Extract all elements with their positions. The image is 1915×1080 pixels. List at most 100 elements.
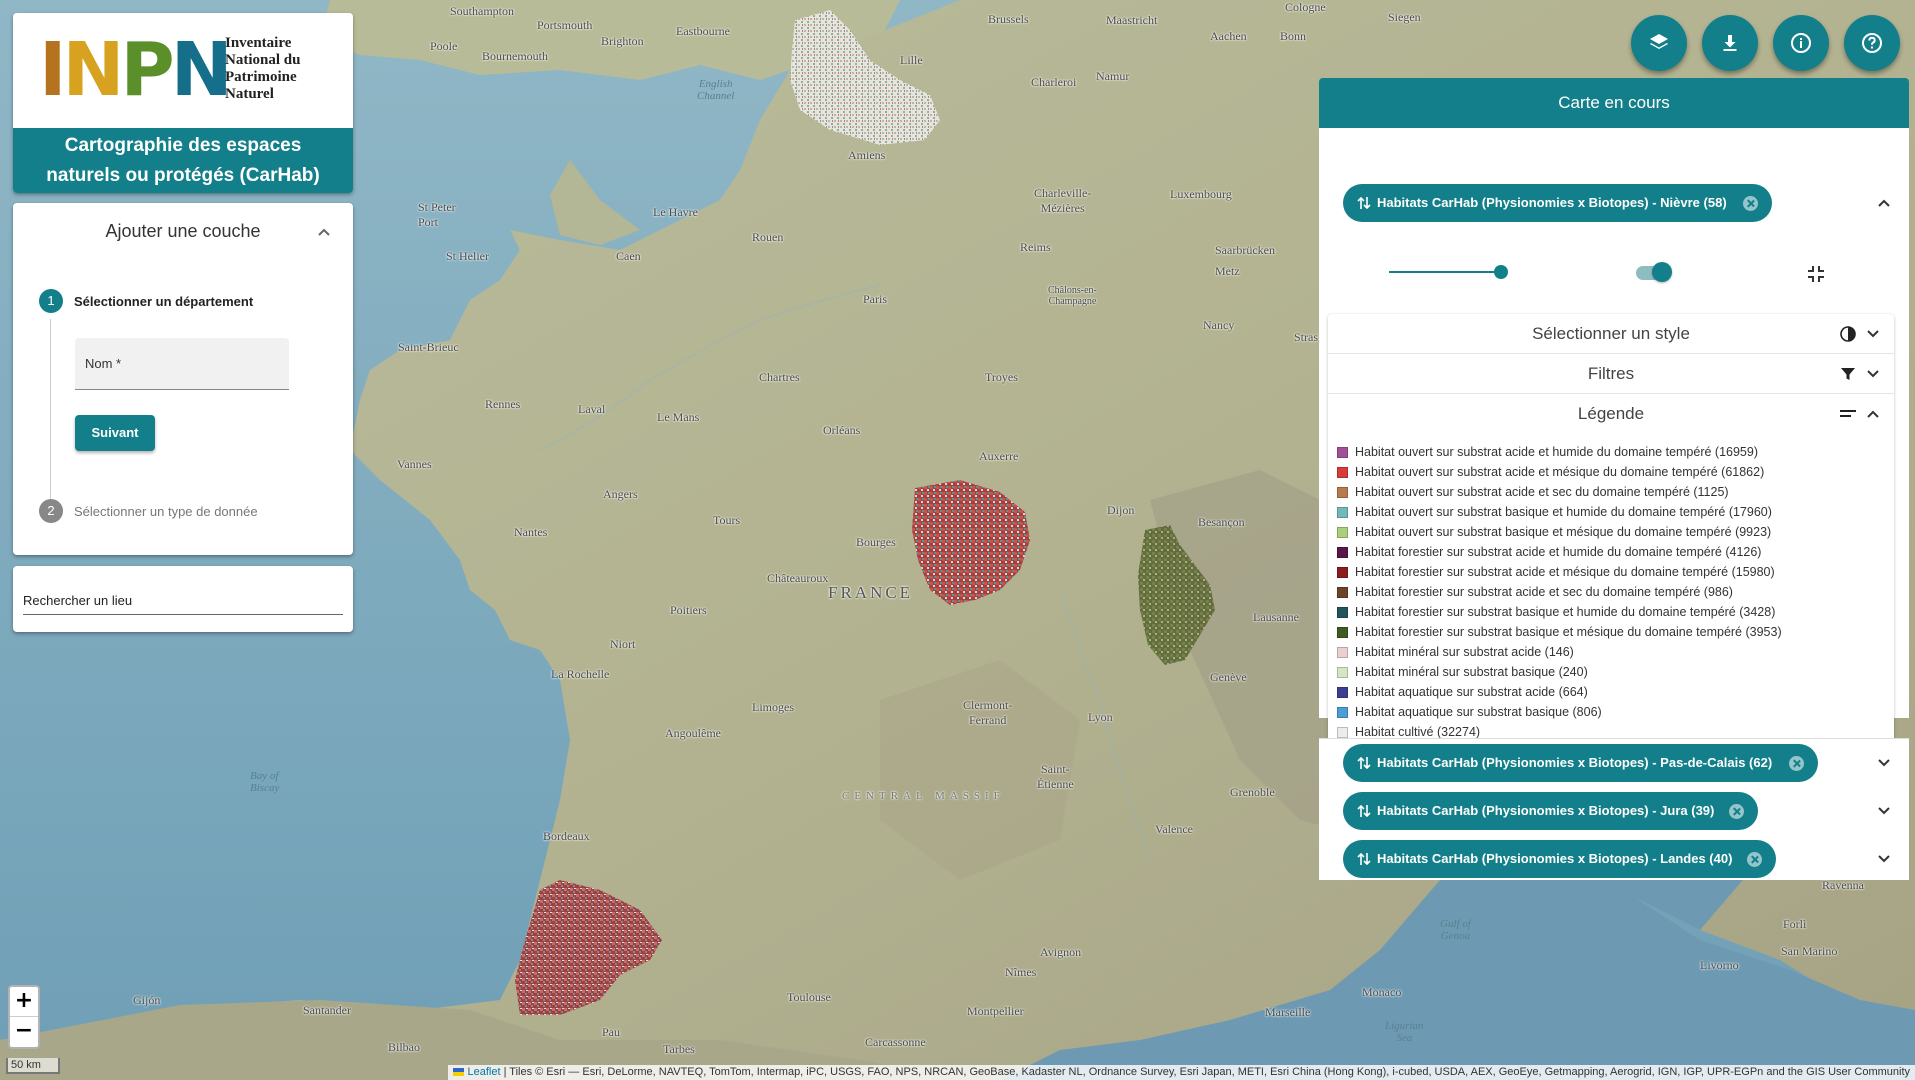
remove-layer-icon[interactable] (1789, 756, 1804, 771)
zoom-out-button[interactable]: − (10, 1017, 38, 1047)
map-label-monaco: Monaco (1362, 985, 1402, 999)
style-selector-row[interactable]: Sélectionner un style (1328, 314, 1894, 354)
map-label-angers: Angers (603, 487, 638, 501)
legend-item-label: Habitat forestier sur substrat basique e… (1355, 625, 1782, 639)
reorder-icon[interactable] (1357, 803, 1371, 819)
remove-layer-icon[interactable] (1747, 852, 1762, 867)
map-label-orleans: Orléans (823, 423, 861, 437)
legend-item: Habitat aquatique sur substrat acide (66… (1337, 682, 1887, 702)
map-label-cologne: Cologne (1285, 0, 1326, 14)
legend-item-label: Habitat forestier sur substrat acide et … (1355, 585, 1733, 599)
chevron-down-icon[interactable] (1877, 756, 1891, 770)
map-label-saint-brieuc: Saint-Brieuc (398, 340, 459, 354)
legend-item-label: Habitat ouvert sur substrat acide et hum… (1355, 445, 1759, 459)
info-button[interactable] (1773, 15, 1829, 71)
map-label-besancon: Besançon (1198, 515, 1245, 529)
map-label-bournemouth: Bournemouth (482, 49, 548, 63)
inpn-logo[interactable]: INPN Inventaire National du Patrimoine N… (13, 13, 353, 128)
department-name-field[interactable]: Nom * (75, 338, 289, 390)
reorder-icon[interactable] (1357, 195, 1371, 211)
chevron-down-icon (1867, 370, 1879, 378)
map-label-central-massif: CENTRAL MASSIF (842, 790, 1005, 802)
legend-item-label: Habitat forestier sur substrat basique e… (1355, 605, 1776, 619)
map-label-gijon: Gijón (133, 993, 161, 1007)
opacity-slider-thumb[interactable] (1494, 265, 1508, 279)
map-label-rennes: Rennes (485, 397, 521, 411)
map-label-laval: Laval (578, 402, 606, 416)
step-1-indicator: 1 (39, 289, 63, 313)
step-2-label[interactable]: Sélectionner un type de donnée (74, 504, 258, 519)
legend-item: Habitat aquatique sur substrat basique (… (1337, 702, 1887, 722)
layer-chip-jura[interactable]: Habitats CarHab (Physionomies x Biotopes… (1343, 792, 1758, 830)
inpn-logo-letters: INPN (39, 27, 233, 113)
leaflet-link[interactable]: Leaflet (467, 1066, 500, 1078)
legend-item: Habitat forestier sur substrat acide et … (1337, 582, 1887, 602)
map-label-gulf-of-genoa: Gulf of Genoa (1440, 918, 1471, 942)
zoom-to-layer-icon[interactable] (1806, 264, 1826, 284)
layer-chip-nievre[interactable]: Habitats CarHab (Physionomies x Biotopes… (1343, 184, 1772, 222)
opacity-slider[interactable] (1389, 271, 1501, 273)
reorder-icon[interactable] (1357, 755, 1371, 771)
legend-item: Habitat ouvert sur substrat acide et hum… (1337, 442, 1887, 462)
legend-item-label: Habitat minéral sur substrat acide (146) (1355, 645, 1574, 659)
legend-swatch (1337, 487, 1348, 498)
current-map-title: Carte en cours (1319, 78, 1909, 128)
map-label-nimes: Nîmes (1005, 965, 1037, 979)
map-label-bourges: Bourges (856, 535, 896, 549)
map-label-forli: Forlì (1783, 917, 1807, 931)
legend-swatch (1337, 567, 1348, 578)
map-label-paris: Paris (863, 292, 887, 306)
scale-bar: 50 km (6, 1058, 60, 1074)
map-label-ravenna: Ravenna (1822, 878, 1864, 892)
place-search-input[interactable]: Rechercher un lieu (23, 593, 132, 608)
help-icon (1862, 33, 1882, 53)
contrast-icon (1840, 326, 1856, 342)
map-label-carcassonne: Carcassonne (865, 1035, 926, 1049)
map-label-siegen: Siegen (1388, 10, 1421, 24)
chevron-down-icon[interactable] (1877, 852, 1891, 866)
legend-item-label: Habitat aquatique sur substrat basique (… (1355, 705, 1602, 719)
map-label-montpellier: Montpellier (967, 1004, 1024, 1018)
app-header-card: INPN Inventaire National du Patrimoine N… (13, 13, 353, 193)
chevron-up-icon[interactable] (1877, 196, 1891, 210)
layers-button[interactable] (1631, 15, 1687, 71)
chevron-down-icon[interactable] (1877, 804, 1891, 818)
next-button[interactable]: Suivant (75, 415, 155, 451)
visibility-toggle-thumb[interactable] (1652, 262, 1672, 282)
legend-item: Habitat minéral sur substrat acide (146) (1337, 642, 1887, 662)
map-label-aachen: Aachen (1210, 29, 1247, 43)
map-attribution: Leaflet | Tiles © Esri — Esri, DeLorme, … (448, 1065, 1915, 1080)
map-label-troyes: Troyes (985, 370, 1018, 384)
chevron-up-icon[interactable] (317, 225, 331, 239)
chevron-up-icon (1867, 410, 1879, 418)
filters-row[interactable]: Filtres (1328, 354, 1894, 394)
legend-swatch (1337, 687, 1348, 698)
map-label-limoges: Limoges (752, 700, 794, 714)
map-label-bordeaux: Bordeaux (543, 829, 590, 843)
layer-chip-landes[interactable]: Habitats CarHab (Physionomies x Biotopes… (1343, 840, 1776, 878)
legend-item-label: Habitat cultivé (32274) (1355, 725, 1481, 739)
legend-item: Habitat forestier sur substrat basique e… (1337, 622, 1887, 642)
layer-chip-pas-de-calais[interactable]: Habitats CarHab (Physionomies x Biotopes… (1343, 744, 1818, 782)
other-layers-list: Habitats CarHab (Physionomies x Biotopes… (1319, 738, 1909, 880)
layer-chip-label: Habitats CarHab (Physionomies x Biotopes… (1377, 755, 1773, 770)
chevron-down-icon (1867, 330, 1879, 338)
remove-layer-icon[interactable] (1729, 804, 1744, 819)
map-label-namur: Namur (1096, 69, 1130, 83)
zoom-in-button[interactable]: + (10, 987, 38, 1017)
legend-item: Habitat minéral sur substrat basique (24… (1337, 662, 1887, 682)
step-1-label[interactable]: Sélectionner un département (74, 294, 253, 309)
map-label-nantes: Nantes (514, 525, 548, 539)
add-layer-title[interactable]: Ajouter une couche (13, 221, 353, 242)
legend-swatch (1337, 547, 1348, 558)
map-label-bonn: Bonn (1280, 29, 1307, 43)
map-label-san-marino: San Marino (1781, 944, 1838, 958)
remove-layer-icon[interactable] (1743, 196, 1758, 211)
map-label-saint-helier: St Helier (446, 249, 489, 263)
reorder-icon[interactable] (1357, 851, 1371, 867)
help-button[interactable] (1844, 15, 1900, 71)
map-label-dijon: Dijon (1107, 503, 1135, 517)
legend-row[interactable]: Légende (1328, 394, 1894, 434)
legend-label: Légende (1577, 404, 1645, 423)
download-button[interactable] (1702, 15, 1758, 71)
